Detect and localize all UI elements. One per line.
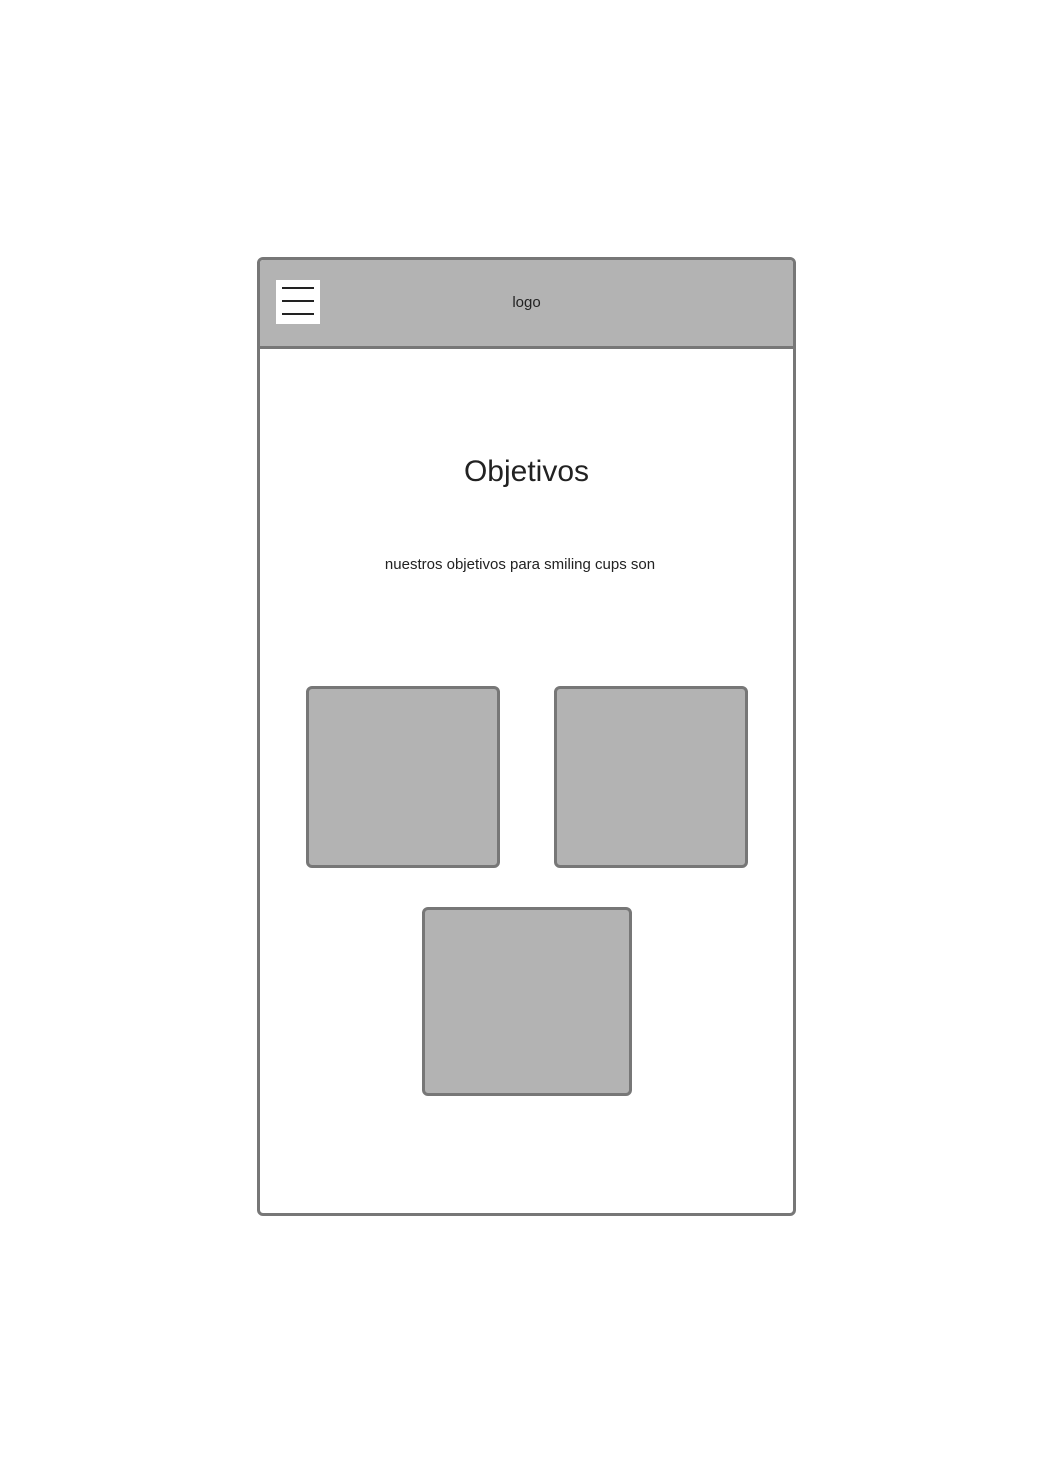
- page: logo Objetivos nuestros objetivos para s…: [0, 0, 1053, 1472]
- page-title: Objetivos: [463, 455, 590, 488]
- page-subtitle: nuestros objetivos para smiling cups son: [384, 556, 656, 573]
- objective-card[interactable]: [422, 907, 632, 1096]
- header-bar: logo: [260, 260, 793, 349]
- mobile-frame: logo Objetivos nuestros objetivos para s…: [257, 257, 796, 1216]
- objective-card[interactable]: [306, 686, 500, 868]
- logo[interactable]: logo: [260, 293, 793, 313]
- hamburger-menu-icon-line: [282, 313, 314, 315]
- hamburger-menu-icon: [282, 287, 314, 289]
- objective-card[interactable]: [554, 686, 748, 868]
